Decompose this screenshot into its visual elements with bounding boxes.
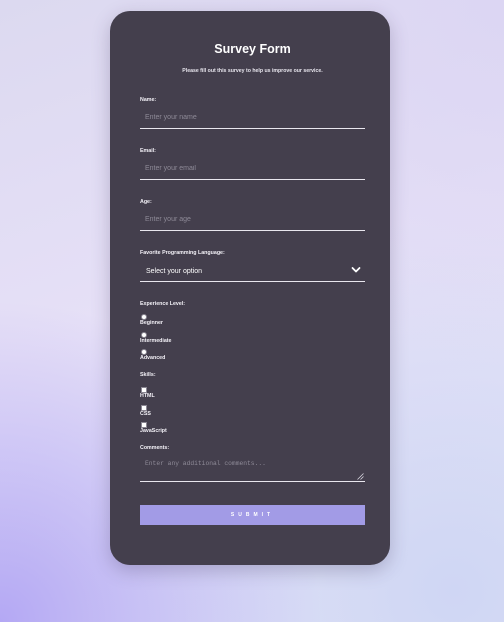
experience-label: Experience Level: (140, 301, 186, 307)
experience-field-group: Experience Level: Beginner Intermediate … (140, 301, 365, 366)
skills-field-group: Skills: HTML CSS JavaScript (140, 372, 365, 439)
experience-option-intermediate[interactable]: Intermediate (140, 331, 365, 349)
age-field-group: Age: (140, 199, 365, 231)
name-label: Name: (140, 97, 157, 103)
age-label: Age: (140, 199, 152, 205)
checkbox-label: JavaScript (140, 428, 167, 434)
comments-field-group: Comments: (140, 445, 365, 482)
name-field-group: Name: (140, 97, 365, 129)
email-field-group: Email: (140, 148, 365, 180)
chevron-down-icon (351, 267, 361, 273)
email-label: Email: (140, 148, 156, 154)
comments-textarea[interactable] (140, 455, 365, 482)
radio-label: Intermediate (140, 337, 172, 344)
skill-option-css[interactable]: CSS (140, 404, 365, 422)
skill-option-html[interactable]: HTML (140, 386, 365, 404)
comments-label: Comments: (140, 445, 170, 451)
form-title: Survey Form (214, 42, 291, 56)
resize-grip-icon[interactable] (357, 473, 364, 480)
language-label: Favorite Programming Language: (140, 250, 225, 256)
language-field-group: Favorite Programming Language: Select yo… (140, 250, 365, 282)
experience-option-beginner[interactable]: Beginner (140, 313, 365, 331)
checkbox-label: HTML (140, 393, 155, 399)
age-input[interactable] (140, 209, 365, 231)
name-input[interactable] (140, 107, 365, 129)
radio-label: Beginner (140, 320, 163, 326)
language-select[interactable]: Select your option (140, 260, 365, 282)
skill-option-javascript[interactable]: JavaScript (140, 421, 365, 439)
submit-button[interactable]: Submit (140, 505, 365, 525)
email-input[interactable] (140, 158, 365, 180)
experience-option-advanced[interactable]: Advanced (140, 348, 365, 366)
language-select-value: Select your option (146, 268, 203, 275)
radio-label: Advanced (140, 355, 166, 361)
checkbox-label: CSS (140, 410, 151, 417)
form-subtitle: Please fill out this survey to help us i… (182, 68, 323, 74)
survey-form-card: Survey Form Please fill out this survey … (110, 11, 390, 565)
skills-label: Skills: (140, 372, 156, 378)
